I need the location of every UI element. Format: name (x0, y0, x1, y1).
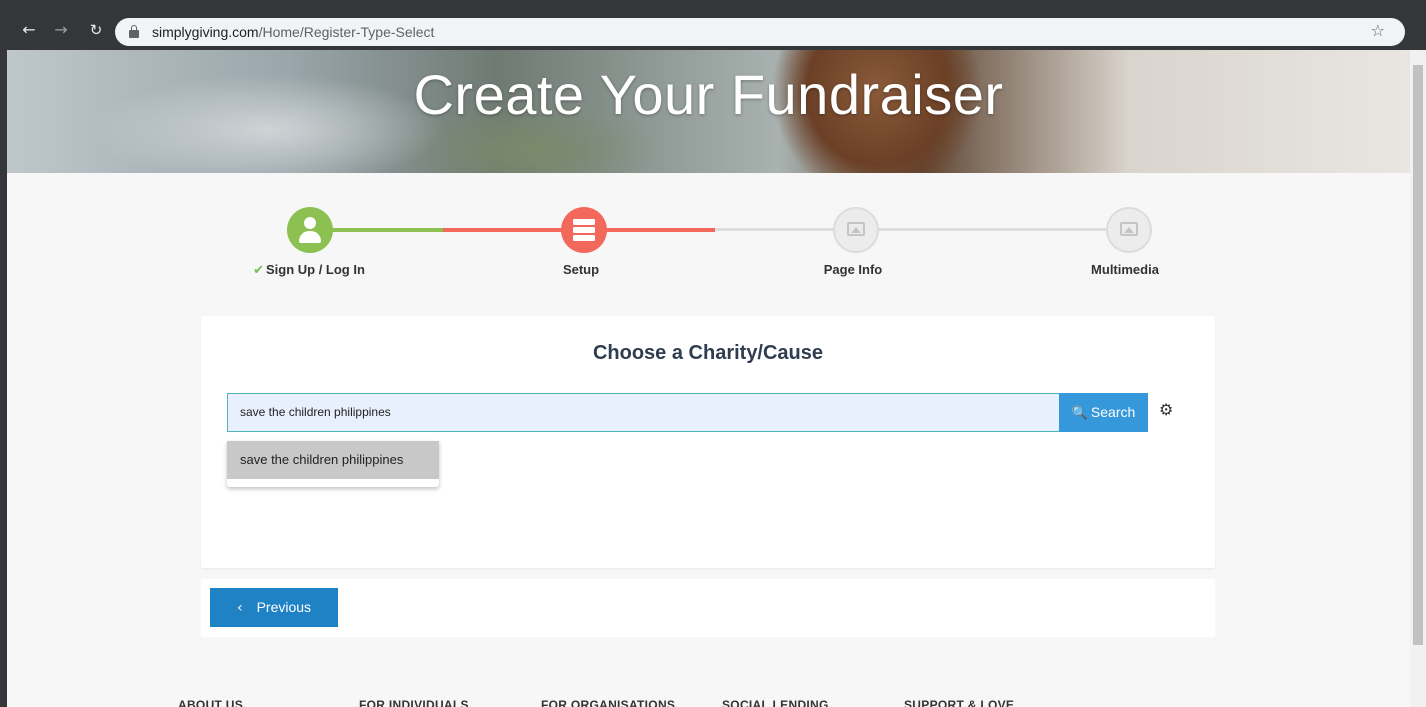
hero-banner: Create Your Fundraiser (7, 50, 1410, 173)
search-button-label: Search (1090, 404, 1136, 420)
search-button[interactable]: 🔍 Search (1059, 393, 1148, 432)
step-multimedia-circle (1106, 207, 1152, 253)
footer-nav: ABOUT US FOR INDIVIDUALS FOR ORGANISATIO… (7, 698, 1410, 707)
footer-link-social-lending[interactable]: SOCIAL LENDING (722, 698, 829, 707)
autocomplete-dropdown: save the children philippines (227, 441, 439, 487)
url-domain: simplygiving.com (152, 24, 259, 40)
page-scrollbar[interactable] (1410, 50, 1426, 707)
footer-link-individuals[interactable]: FOR INDIVIDUALS (359, 698, 469, 707)
back-arrow-icon[interactable]: ← (18, 19, 40, 41)
step-page-info-circle (833, 207, 879, 253)
previous-button[interactable]: ‹ Previous (210, 588, 338, 627)
step-setup-label: Setup (562, 262, 600, 277)
chevron-left-icon: ‹ (236, 600, 243, 616)
previous-button-label: Previous (256, 599, 312, 615)
footer-link-about[interactable]: ABOUT US (178, 698, 243, 707)
step-signup-circle (287, 207, 333, 253)
hero-title: Create Your Fundraiser (413, 63, 1004, 126)
step-setup-circle (561, 207, 607, 253)
forward-arrow-icon[interactable]: → (50, 19, 72, 41)
charity-search-input[interactable]: save the children philippines (227, 393, 1059, 432)
url-text: simplygiving.com/Home/Register-Type-Sele… (152, 24, 434, 40)
step-page-info-label: Page Info (823, 262, 883, 277)
image-icon (1120, 222, 1138, 236)
progress-line-complete (325, 228, 443, 232)
reload-icon[interactable]: ↻ (85, 19, 107, 41)
lock-icon (129, 25, 139, 38)
progress-line-pending (715, 228, 1129, 231)
navigation-bar: ‹ Previous (201, 579, 1215, 637)
page: Create Your Fundraiser ✔ Sign Up / Log In… (7, 50, 1410, 707)
step-label-text: Sign Up / Log In (265, 262, 365, 277)
image-icon (847, 222, 865, 236)
address-bar[interactable]: simplygiving.com/Home/Register-Type-Sele… (115, 18, 1405, 46)
search-icon: 🔍 (1071, 406, 1088, 421)
charity-card: Choose a Charity/Cause save the children… (201, 316, 1215, 568)
charity-title: Choose a Charity/Cause (592, 342, 824, 364)
checkmark-icon: ✔ (253, 263, 264, 278)
footer-link-support[interactable]: SUPPORT & LOVE (904, 698, 1014, 707)
url-path: /Home/Register-Type-Select (258, 24, 435, 40)
step-signup-label: ✔ Sign Up / Log In (253, 262, 365, 278)
browser-toolbar: ← → ↻ simplygiving.com/Home/Register-Typ… (0, 0, 1426, 50)
footer-link-organisations[interactable]: FOR ORGANISATIONS (541, 698, 675, 707)
step-multimedia-label: Multimedia (1091, 262, 1159, 277)
scrollbar-thumb[interactable] (1413, 65, 1423, 645)
autocomplete-suggestion[interactable]: save the children philippines (227, 441, 439, 479)
gear-icon[interactable]: ⚙ (1159, 400, 1173, 419)
bookmark-star-icon[interactable]: ☆ (1371, 21, 1385, 40)
